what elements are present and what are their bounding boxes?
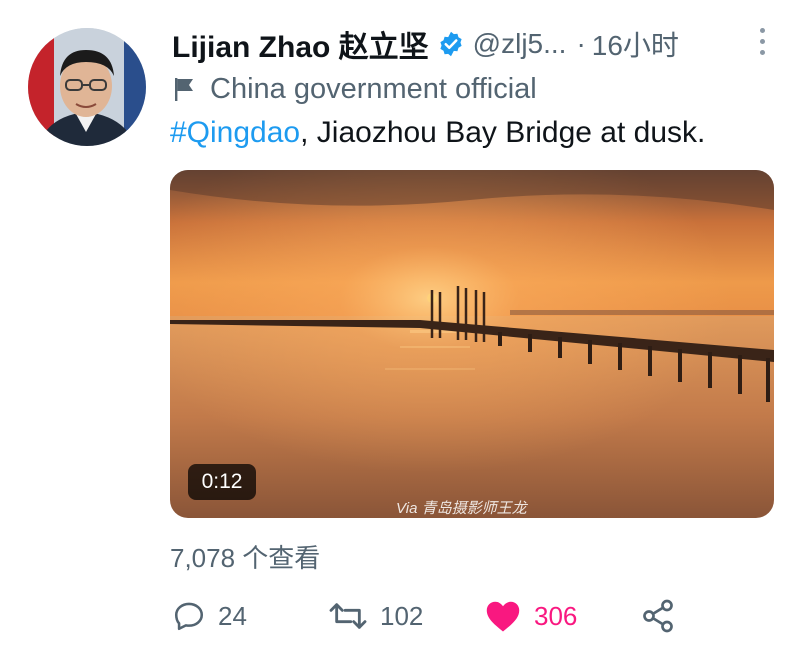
action-bar: 24 102 306 bbox=[170, 596, 690, 636]
share-button[interactable] bbox=[640, 596, 676, 636]
tweet-text: #Qingdao, Jiaozhou Bay Bridge at dusk. bbox=[170, 116, 705, 150]
reply-count: 24 bbox=[218, 600, 247, 631]
tweet-body: , Jiaozhou Bay Bridge at dusk. bbox=[300, 116, 706, 149]
author-name[interactable]: Lijian Zhao 赵立坚 bbox=[172, 22, 429, 66]
retweet-icon bbox=[329, 603, 367, 629]
flag-icon bbox=[175, 78, 193, 101]
video-duration-badge: 0:12 bbox=[188, 464, 256, 500]
bridge-sunset-image bbox=[170, 170, 774, 518]
tweet-timestamp[interactable]: 16小时 bbox=[592, 24, 679, 64]
retweet-button[interactable]: 102 bbox=[328, 596, 423, 636]
view-count[interactable]: 7,078 个查看 bbox=[170, 538, 320, 575]
share-icon bbox=[643, 599, 673, 633]
avatar-image bbox=[28, 28, 146, 146]
account-label-text: China government official bbox=[210, 72, 537, 105]
video-thumbnail[interactable] bbox=[170, 170, 774, 518]
image-watermark: Via 青岛摄影师王龙 bbox=[396, 500, 527, 517]
author-handle[interactable]: @zlj5... bbox=[473, 28, 567, 60]
reply-icon bbox=[174, 602, 204, 631]
avatar[interactable] bbox=[28, 28, 146, 146]
heart-icon bbox=[486, 601, 520, 632]
account-label[interactable]: China government official bbox=[172, 70, 537, 108]
like-button[interactable]: 306 bbox=[484, 596, 577, 636]
tweet-header: Lijian Zhao 赵立坚 @zlj5... · 16小时 bbox=[172, 22, 760, 66]
retweet-count: 102 bbox=[380, 600, 424, 631]
more-options-icon[interactable] bbox=[760, 24, 766, 58]
reply-button[interactable]: 24 bbox=[172, 596, 247, 636]
verified-badge-icon bbox=[440, 31, 462, 57]
time-separator: · bbox=[576, 28, 586, 59]
like-count: 306 bbox=[534, 600, 578, 631]
hashtag-link[interactable]: #Qingdao bbox=[170, 116, 300, 149]
